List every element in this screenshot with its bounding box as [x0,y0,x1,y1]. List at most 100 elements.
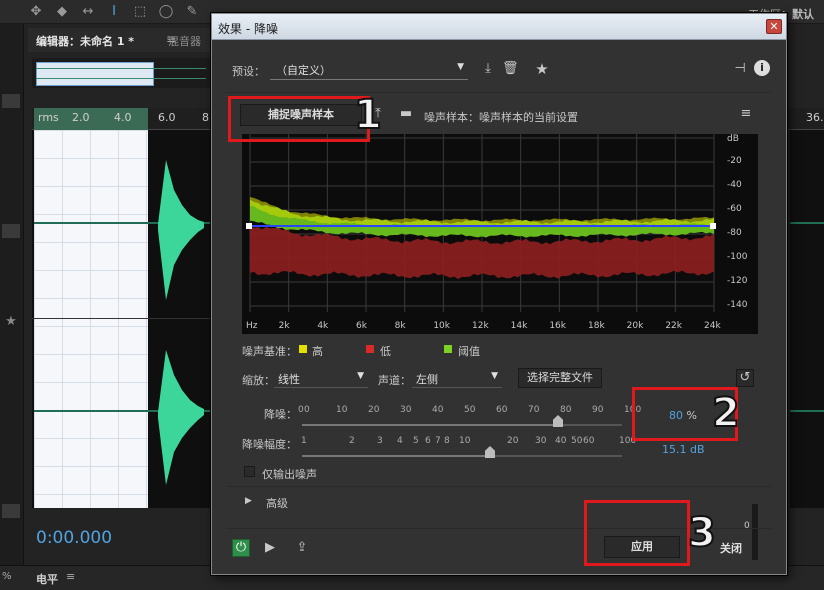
time-selection-tool-icon[interactable]: I [106,4,122,20]
channel-divider [32,318,212,319]
noise-sample-status: 噪声样本：噪声样本的当前设置 [424,111,578,124]
zoom-percent: % [2,571,12,582]
ruler-tick: 2.0 [72,111,90,124]
meter-zero: 0 [744,521,750,531]
workspace-value: 默认 [792,8,814,21]
reduce-by-scale-number: 40 [555,436,567,446]
channel-label: 声道： [378,374,411,387]
noise-reduction-dialog: 效果 - 降噪 ✕ 预设： （自定义） ▼ ⤓ 🗑 ★ ⊣ i 捕捉噪声样本 ⤒… [211,13,787,575]
save-preset-icon[interactable]: ⤓ [480,61,496,77]
hz-tick: 4k [317,321,329,331]
ruler-tick: 4.0 [114,111,132,124]
loop-export-icon[interactable]: ⇪ [294,540,310,556]
channel-select[interactable]: 左侧 ▼ [412,368,502,388]
reduce-by-scale-number: 30 [535,436,547,446]
waveform-overview[interactable] [32,58,212,88]
dialog-titlebar[interactable]: 效果 - 降噪 ✕ [212,14,786,40]
move-tool-icon[interactable]: ✥ [28,4,44,20]
trash-icon[interactable]: 🗑 [502,61,519,77]
folder-icon[interactable]: ▬ [398,106,414,122]
menu-icon[interactable]: ≡ [738,106,754,122]
hz-tick: 14k [510,321,528,331]
reduce-by-slider[interactable] [302,455,622,457]
hz-tick: 2k [278,321,290,331]
hz-tick: 8k [394,321,406,331]
annotation-number-2: 2 [711,389,741,437]
tab-mixer[interactable]: 混音器 [158,28,218,52]
reduce-by-value[interactable]: 15.1 dB [662,443,705,456]
noise-reduction-thumb[interactable] [553,415,563,427]
reduce-by-thumb[interactable] [485,446,495,458]
hz-tick: Hz [246,321,258,331]
brush-tool-icon[interactable]: ✎ [184,4,200,20]
lasso-tool-icon[interactable]: ◯ [158,4,174,20]
curve-handle-right [710,223,716,229]
expand-triangle-icon[interactable]: ▶ [245,496,252,506]
annotation-number-3: 3 [687,509,717,557]
noise-profile-graph[interactable] [242,134,758,334]
reduce-by-scale-number: 6 [425,436,431,446]
close-icon[interactable]: ✕ [766,19,782,34]
razor-tool-icon[interactable]: ◆ [54,4,70,20]
noise-reduction-fill [302,424,558,426]
current-time-display[interactable]: 0:00.000 [36,528,112,548]
reduce-by-scale-number: 2 [349,436,355,446]
legend-swatch-threshold [444,345,452,353]
db-tick: -60 [727,204,742,214]
scale-label: 缩放： [242,374,275,387]
noise-reduction-scale-number: 40 [432,405,444,415]
reduce-by-scale-number: 4 [397,436,403,446]
output-noise-only-checkbox[interactable] [244,466,255,477]
waveform-right-edge [790,130,824,508]
separator [226,92,772,93]
separator [226,486,772,487]
advanced-label[interactable]: 高级 [266,495,288,511]
legend-label-low: 低 [380,345,391,358]
db-tick: -80 [727,228,742,238]
legend-swatch-high [299,345,307,353]
chevron-down-icon: ▼ [457,62,464,72]
marquee-tool-icon[interactable]: ⬚ [132,4,148,20]
hz-tick: 20k [626,321,644,331]
star-icon[interactable]: ★ [534,61,550,77]
ruler-tick: 6.0 [158,111,176,124]
legend-label-threshold: 阈值 [458,345,480,358]
db-tick: -100 [727,252,748,262]
noise-reduction-slider[interactable] [302,424,622,426]
reduce-by-scale-number: 10 [459,436,471,446]
noise-reduction-scale-number: 20 [368,405,380,415]
power-icon[interactable]: ⏻ [232,539,250,557]
panel-block [2,94,20,108]
select-entire-file-button[interactable]: 选择完整文件 [518,368,602,388]
play-icon[interactable]: ▶ [262,540,278,556]
noise-reduction-scale-number: 50 [464,405,476,415]
reduce-by-scale-number: 3 [377,436,383,446]
noise-reduction-scale-number: 60 [496,405,508,415]
info-icon[interactable]: i [754,60,770,76]
slip-tool-icon[interactable]: ↔ [80,4,96,20]
scale-select[interactable]: 线性 ▼ [274,368,368,388]
preset-select[interactable]: （自定义） ▼ [270,58,468,80]
close-button[interactable]: 关闭 [720,540,742,556]
output-noise-only-label: 仅输出噪声 [262,468,317,481]
noise-reduction-scale-number: 90 [592,405,604,415]
level-panel-menu-icon[interactable]: ≡ [66,570,75,583]
output-level-meter [752,504,758,560]
scale-value: 线性 [278,373,300,386]
routing-icon[interactable]: ⊣ [732,61,748,77]
star-icon[interactable]: ★ [3,314,19,330]
noise-reduction-scale-number: 10 [336,405,348,415]
noise-reduction-label: 降噪： [264,408,297,421]
noise-reduction-scale-number: 0 [304,405,310,415]
reset-icon[interactable]: ↺ [736,369,754,387]
waveform-display[interactable] [32,130,212,508]
annotation-box-3 [584,500,690,566]
overview-selection[interactable] [36,62,154,86]
tab-editor[interactable]: 编辑器：未命名 1 * [36,33,134,49]
preset-value: （自定义） [276,64,331,77]
reduce-by-scale-number: 60 [583,436,595,446]
waveform-grid [34,130,148,508]
reduce-by-scale-number: 5 [413,436,419,446]
hz-tick: 16k [549,321,566,331]
hz-tick: 12k [472,321,489,331]
